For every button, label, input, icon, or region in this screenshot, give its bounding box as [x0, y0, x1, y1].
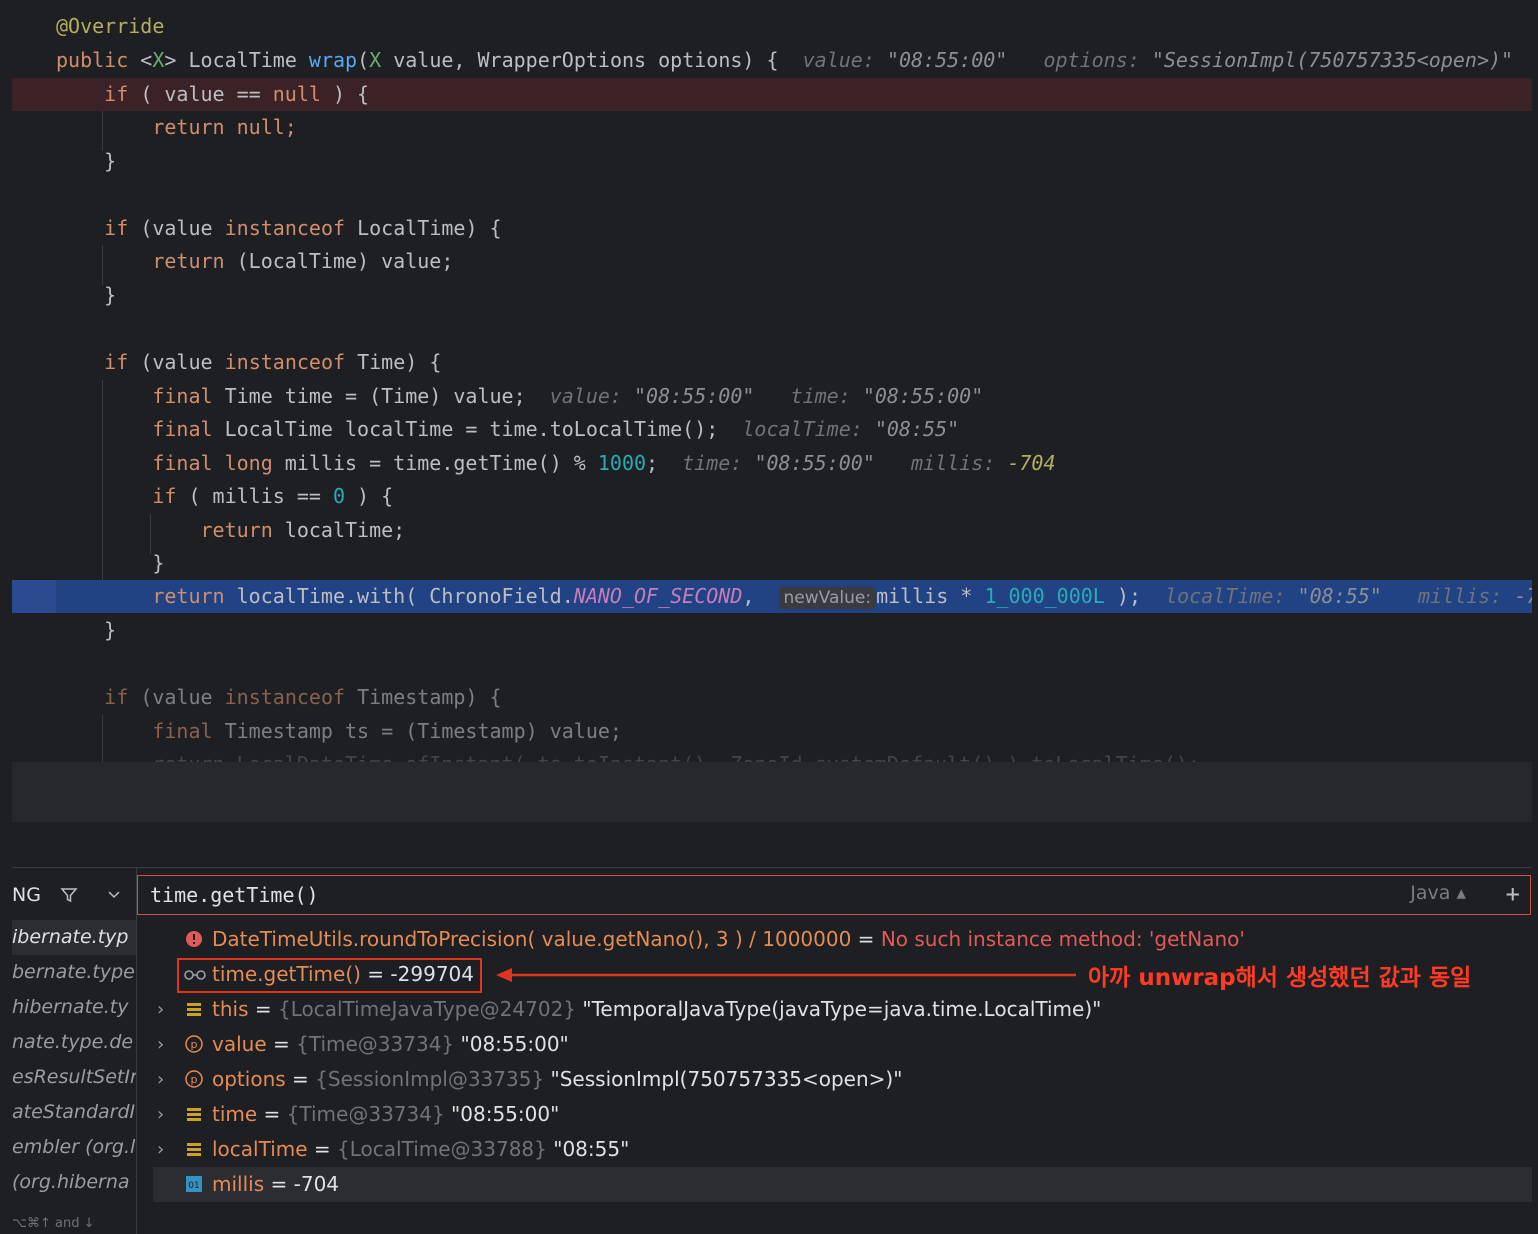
frame-item[interactable]: ibernate.typ: [12, 920, 136, 955]
code-line: return (LocalTime) value;: [152, 249, 454, 273]
code-line-method-signature: public <X> LocalTime wrap(X value, Wrapp…: [56, 48, 1514, 72]
code-editor[interactable]: @Override public <X> LocalTime wrap(X va…: [12, 0, 1532, 762]
svg-text:01: 01: [188, 1181, 199, 1191]
debug-toolbar-area: [12, 762, 1532, 822]
frame-item[interactable]: embler (org.l: [12, 1130, 136, 1165]
field-icon: [187, 1143, 201, 1156]
frame-item[interactable]: bernate.type: [12, 955, 136, 990]
evaluate-expression-field[interactable]: Java ▴ +: [137, 875, 1531, 915]
field-icon: [187, 1108, 201, 1121]
frames-list[interactable]: ibernate.typ bernate.type hibernate.ty n…: [12, 920, 136, 1226]
code-line: final long millis = time.getTime() % 100…: [152, 451, 1056, 475]
variable-row-localtime[interactable]: › localTime = {LocalTime@33788} "08:55": [137, 1132, 1532, 1167]
variable-row-millis[interactable]: 01 millis = -704: [153, 1167, 1532, 1202]
frame-item[interactable]: hibernate.ty: [12, 990, 136, 1025]
code-line: final LocalTime localTime = time.toLocal…: [152, 417, 960, 441]
frames-toolbar: NG: [12, 876, 136, 914]
language-selector[interactable]: Java ▴: [1410, 882, 1466, 904]
code-line: if (value instanceof Time) {: [104, 350, 442, 374]
expand-arrow-icon[interactable]: ›: [157, 1062, 164, 1097]
frames-header: NG: [12, 884, 41, 906]
annotation-arrow-icon: [496, 968, 1076, 982]
svg-text:p: p: [191, 1073, 198, 1086]
frame-item[interactable]: esResultSetIr: [12, 1060, 136, 1095]
variable-row-value[interactable]: › p value = {Time@33734} "08:55:00": [137, 1027, 1532, 1062]
frame-item[interactable]: ateStandardI: [12, 1095, 136, 1130]
debug-tabs-area: [12, 822, 1532, 867]
code-line: return LocalDateTime.ofInstant( ts.toIns…: [12, 748, 1532, 762]
code-line: if (value instanceof LocalTime) {: [104, 216, 502, 240]
shortcut-hint: ⌥⌘↑ and ↓: [12, 1216, 95, 1231]
param-hint-newvalue: newValue:: [778, 587, 877, 609]
add-watch-button[interactable]: +: [1506, 880, 1520, 908]
code-line: }: [152, 551, 165, 575]
annotation-text: 아까 unwrap해서 생성했던 값과 동일: [1088, 965, 1472, 991]
error-icon: [186, 931, 202, 947]
variable-row-time[interactable]: › time = {Time@33734} "08:55:00": [137, 1097, 1532, 1132]
expand-arrow-icon[interactable]: ›: [157, 1027, 164, 1062]
code-line: final Time time = (Time) value; value: "…: [152, 384, 984, 408]
expand-arrow-icon[interactable]: ›: [157, 992, 164, 1027]
code-line: if ( millis == 0 ) {: [152, 484, 394, 508]
code-line-current-execution: return localTime.with( ChronoField.NANO_…: [12, 580, 1532, 613]
variable-row-this[interactable]: › this = {LocalTimeJavaType@24702} "Temp…: [137, 992, 1532, 1027]
primitive-icon: 01: [186, 1176, 202, 1192]
code-line: final Timestamp ts = (Timestamp) value;: [152, 719, 622, 743]
expression-input[interactable]: [148, 880, 1352, 910]
svg-text:p: p: [191, 1038, 198, 1051]
code-line: return localTime;: [200, 518, 406, 542]
expand-arrow-icon[interactable]: ›: [157, 1097, 164, 1132]
expand-arrow-icon[interactable]: ›: [157, 1132, 164, 1167]
field-icon: [187, 1003, 201, 1016]
frame-item[interactable]: nate.type.de: [12, 1025, 136, 1060]
code-line: if (value instanceof Timestamp) {: [104, 685, 502, 709]
parameter-icon: p: [185, 1070, 203, 1088]
variable-row-options[interactable]: › p options = {SessionImpl@33735} "Sessi…: [137, 1062, 1532, 1097]
code-line: }: [104, 618, 117, 642]
divider: [12, 867, 1532, 868]
chevron-down-icon[interactable]: [108, 890, 120, 900]
error-watch-row[interactable]: DateTimeUtils.roundToPrecision( value.ge…: [137, 922, 1532, 957]
code-line: }: [104, 149, 117, 173]
filter-icon[interactable]: [60, 886, 78, 904]
code-line: @Override: [12, 10, 1532, 43]
code-line: }: [104, 283, 117, 307]
code-line: return null;: [152, 115, 297, 139]
annotation-override: @Override: [56, 14, 165, 38]
highlight-box: [177, 958, 482, 993]
frame-item[interactable]: (org.hiberna: [12, 1165, 136, 1200]
parameter-icon: p: [185, 1035, 203, 1053]
code-line-breakpoint: if ( value == null ) {: [12, 78, 1532, 111]
